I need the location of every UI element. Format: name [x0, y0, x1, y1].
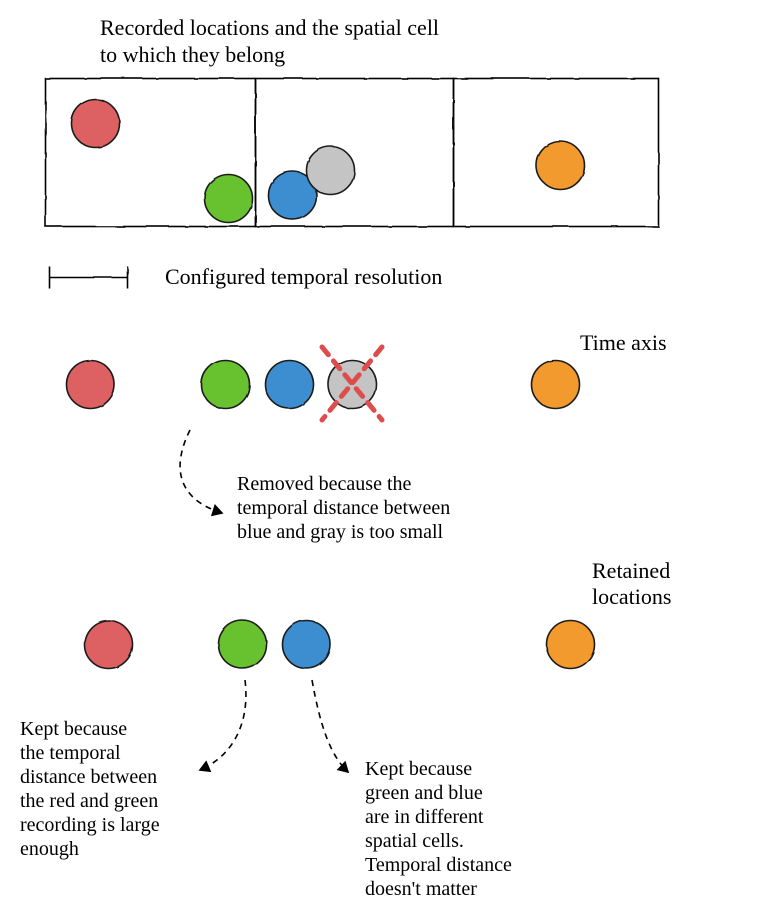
- retained-label-l2: locations: [592, 584, 671, 609]
- kept-blue-l2: green and blue: [365, 782, 483, 804]
- kept-green-l3: distance between: [20, 766, 157, 788]
- t1-orange: [531, 360, 579, 408]
- cell-gray-location: [306, 146, 354, 194]
- kept-blue-l5: Temporal distance: [365, 854, 512, 876]
- kept-green-annotation: Kept because the temporal distance betwe…: [20, 718, 160, 860]
- removed-annot-l2: temporal distance between: [237, 497, 450, 519]
- cell-green-location: [204, 174, 252, 222]
- arrow-to-kept-blue: [312, 680, 348, 772]
- kept-blue-l4: spatial cells.: [365, 830, 464, 852]
- kept-green-l2: the temporal: [20, 742, 121, 764]
- t2-orange: [546, 620, 594, 668]
- cell-red-location: [71, 99, 119, 147]
- temporal-resolution: [49, 266, 127, 288]
- kept-blue-annotation: Kept because green and blue are in diffe…: [365, 758, 512, 900]
- removed-annot-l3: blue and gray is too small: [237, 521, 444, 543]
- t2-green: [218, 620, 266, 668]
- removed-annot-l1: Removed because the: [237, 473, 411, 495]
- cell-locations: [71, 99, 584, 222]
- kept-blue-l1: Kept because: [365, 758, 472, 780]
- kept-blue-l6: doesn't matter: [365, 878, 477, 900]
- t1-blue: [265, 360, 313, 408]
- title-line-2: to which they belong: [100, 42, 285, 67]
- t1-red: [66, 360, 114, 408]
- diagram-root: Recorded locations and the spatial cell …: [0, 0, 778, 912]
- kept-blue-l3: are in different: [365, 806, 484, 828]
- kept-green-l6: enough: [20, 838, 79, 860]
- title-line-1: Recorded locations and the spatial cell: [100, 15, 439, 40]
- arrow-to-removed-annot: [180, 430, 222, 513]
- cell-orange-location: [536, 141, 584, 189]
- kept-green-l1: Kept because: [20, 718, 127, 740]
- time-axis-label: Time axis: [580, 330, 667, 355]
- removed-annotation: Removed because the temporal distance be…: [237, 473, 450, 543]
- t2-red: [84, 620, 132, 668]
- arrow-to-kept-green: [200, 680, 246, 770]
- kept-green-l4: the red and green: [20, 790, 158, 812]
- retained-label-l1: Retained: [592, 558, 670, 583]
- temporal-resolution-label: Configured temporal resolution: [165, 264, 442, 289]
- t2-blue: [282, 620, 330, 668]
- kept-green-l5: recording is large: [20, 814, 160, 836]
- t1-green: [201, 360, 249, 408]
